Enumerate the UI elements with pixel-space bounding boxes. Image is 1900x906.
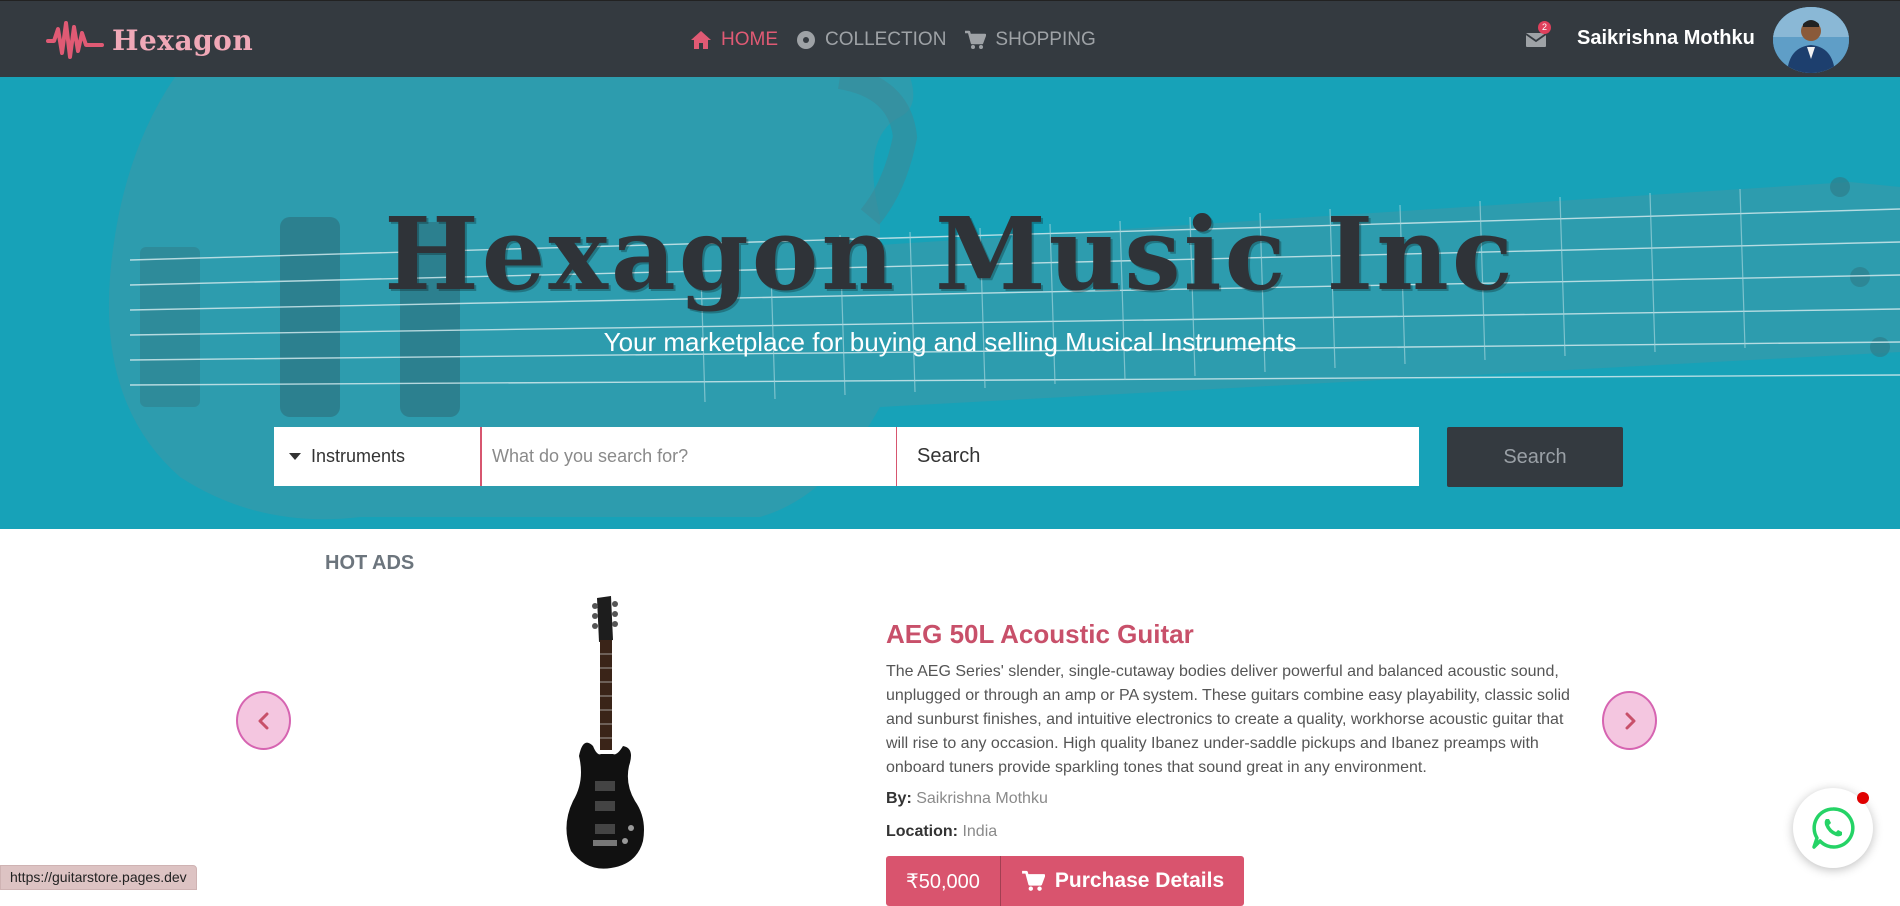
category-selected-value: Instruments	[311, 446, 406, 466]
product-image[interactable]	[555, 596, 655, 875]
hero-banner: Hexagon Music Inc Your marketplace for b…	[0, 77, 1900, 529]
avatar[interactable]	[1773, 7, 1849, 73]
carousel-next-button[interactable]	[1602, 691, 1657, 750]
cart-icon	[1021, 870, 1045, 891]
nav-home-label: HOME	[721, 28, 778, 50]
product-location: Location: India	[886, 823, 997, 841]
price-tag: ₹50,000	[886, 856, 1001, 906]
chevron-left-icon	[258, 712, 268, 729]
chat-notification-dot	[1857, 792, 1869, 804]
seller-label: By:	[886, 790, 912, 807]
location-value: India	[962, 823, 998, 840]
home-icon	[691, 30, 711, 49]
location-label: Location:	[886, 823, 958, 840]
user-name[interactable]: Saikrishna Mothku	[1577, 27, 1755, 50]
search-location-field[interactable]: Search	[897, 427, 1419, 486]
product-title[interactable]: AEG 50L Acoustic Guitar	[886, 619, 1194, 650]
product-seller: By: Saikrishna Mothku	[886, 790, 1048, 808]
purchase-details-button[interactable]: Purchase Details	[1001, 856, 1244, 906]
chevron-right-icon	[1625, 712, 1635, 729]
purchase-button-group[interactable]: ₹50,000 Purchase Details	[886, 856, 1245, 906]
hero-subtitle: Your marketplace for buying and selling …	[603, 327, 1297, 357]
carousel-prev-button[interactable]	[236, 691, 291, 750]
nav-collection-label: COLLECTION	[825, 28, 947, 50]
cart-icon	[965, 30, 987, 49]
product-description: The AEG Series' slender, single-cutaway …	[886, 663, 1570, 776]
search-input[interactable]	[482, 427, 897, 486]
disc-icon	[797, 30, 815, 49]
hot-ads-heading: HOT ADS	[325, 552, 415, 574]
brand-name: Hexagon	[112, 23, 254, 57]
waveform-logo-icon	[46, 21, 104, 59]
hero-title: Hexagon Music Inc	[384, 195, 1516, 313]
category-dropdown[interactable]: Instruments	[274, 427, 482, 486]
brand-logo[interactable]: Hexagon	[46, 17, 253, 63]
search-field-text: Search	[917, 445, 981, 467]
search-button[interactable]: Search	[1447, 427, 1623, 487]
nav-shopping-label: SHOPPING	[995, 28, 1096, 50]
whatsapp-chat-button[interactable]	[1793, 788, 1873, 868]
notification-badge: 2	[1538, 21, 1551, 34]
avatar-photo	[1773, 7, 1849, 73]
messages-button[interactable]: 2	[1524, 21, 1551, 51]
nav-collection[interactable]: COLLECTION	[796, 29, 946, 51]
purchase-details-label: Purchase Details	[1054, 869, 1225, 892]
top-navbar: Hexagon HOME COLLECTION SHOPPING 2 Saikr…	[0, 0, 1900, 77]
browser-status-url: https://guitarstore.pages.dev	[0, 865, 197, 890]
seller-value: Saikrishna Mothku	[916, 790, 1048, 807]
nav-home[interactable]: HOME	[690, 29, 778, 51]
nav-shopping[interactable]: SHOPPING	[964, 28, 1096, 51]
caret-down-icon	[289, 453, 301, 460]
electric-guitar-image	[566, 596, 644, 869]
search-bar: Instruments Search	[274, 427, 1419, 486]
main-nav: HOME COLLECTION SHOPPING	[690, 1, 1096, 78]
whatsapp-icon	[1812, 807, 1855, 849]
